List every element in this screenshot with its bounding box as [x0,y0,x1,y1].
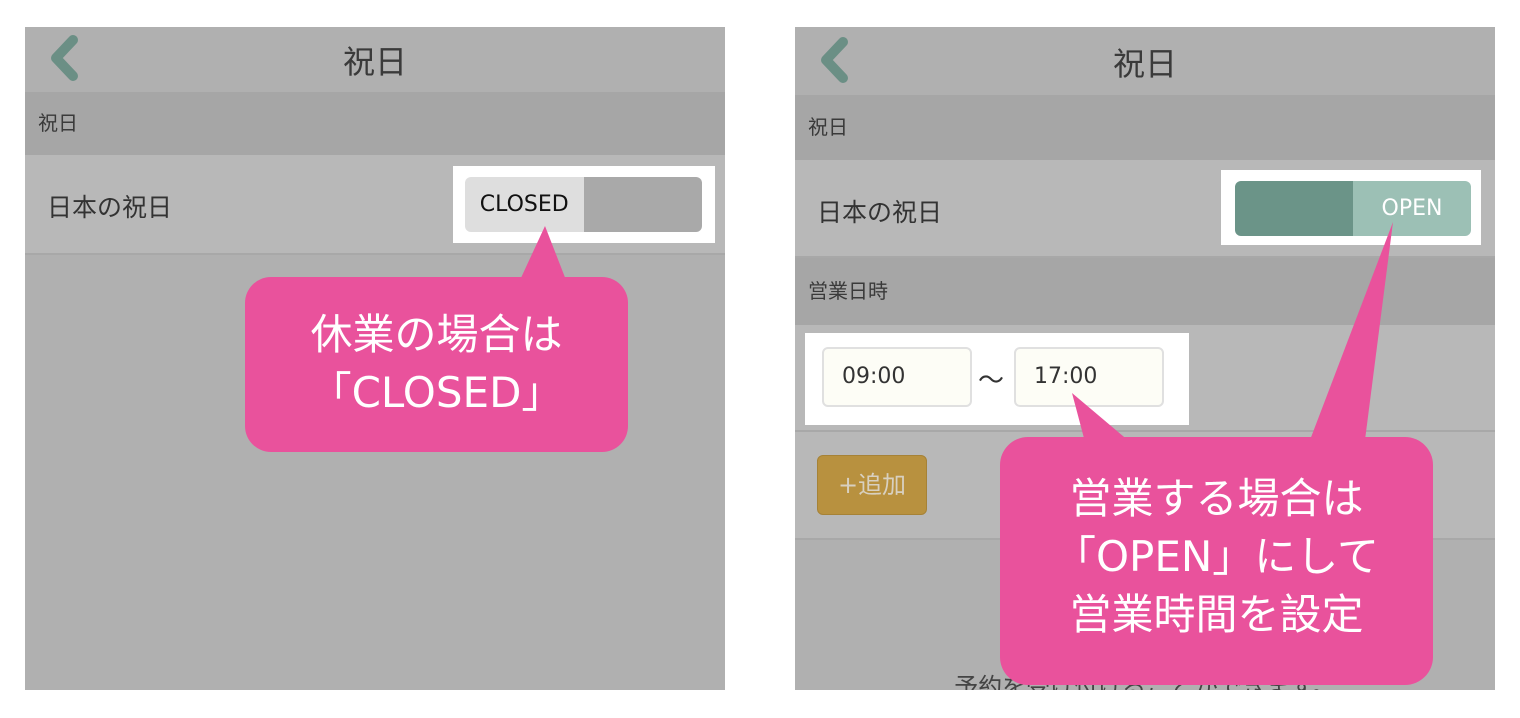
callout-line: 「CLOSED」 [309,368,564,417]
callout-line: 「OPEN」にして [1053,532,1380,581]
callout-line: 休業の場合は [310,310,563,359]
callout-pointer [1072,393,1130,442]
callout-open-text: 営業する場合は 「OPEN」にして 営業時間を設定 [1000,470,1433,644]
callout-closed-text: 休業の場合は 「CLOSED」 [245,306,628,422]
callout-pointer [1310,222,1393,440]
callout-line: 営業時間を設定 [1069,590,1364,639]
callout-line: 営業する場合は [1069,474,1364,523]
callout-pointer [520,226,566,280]
